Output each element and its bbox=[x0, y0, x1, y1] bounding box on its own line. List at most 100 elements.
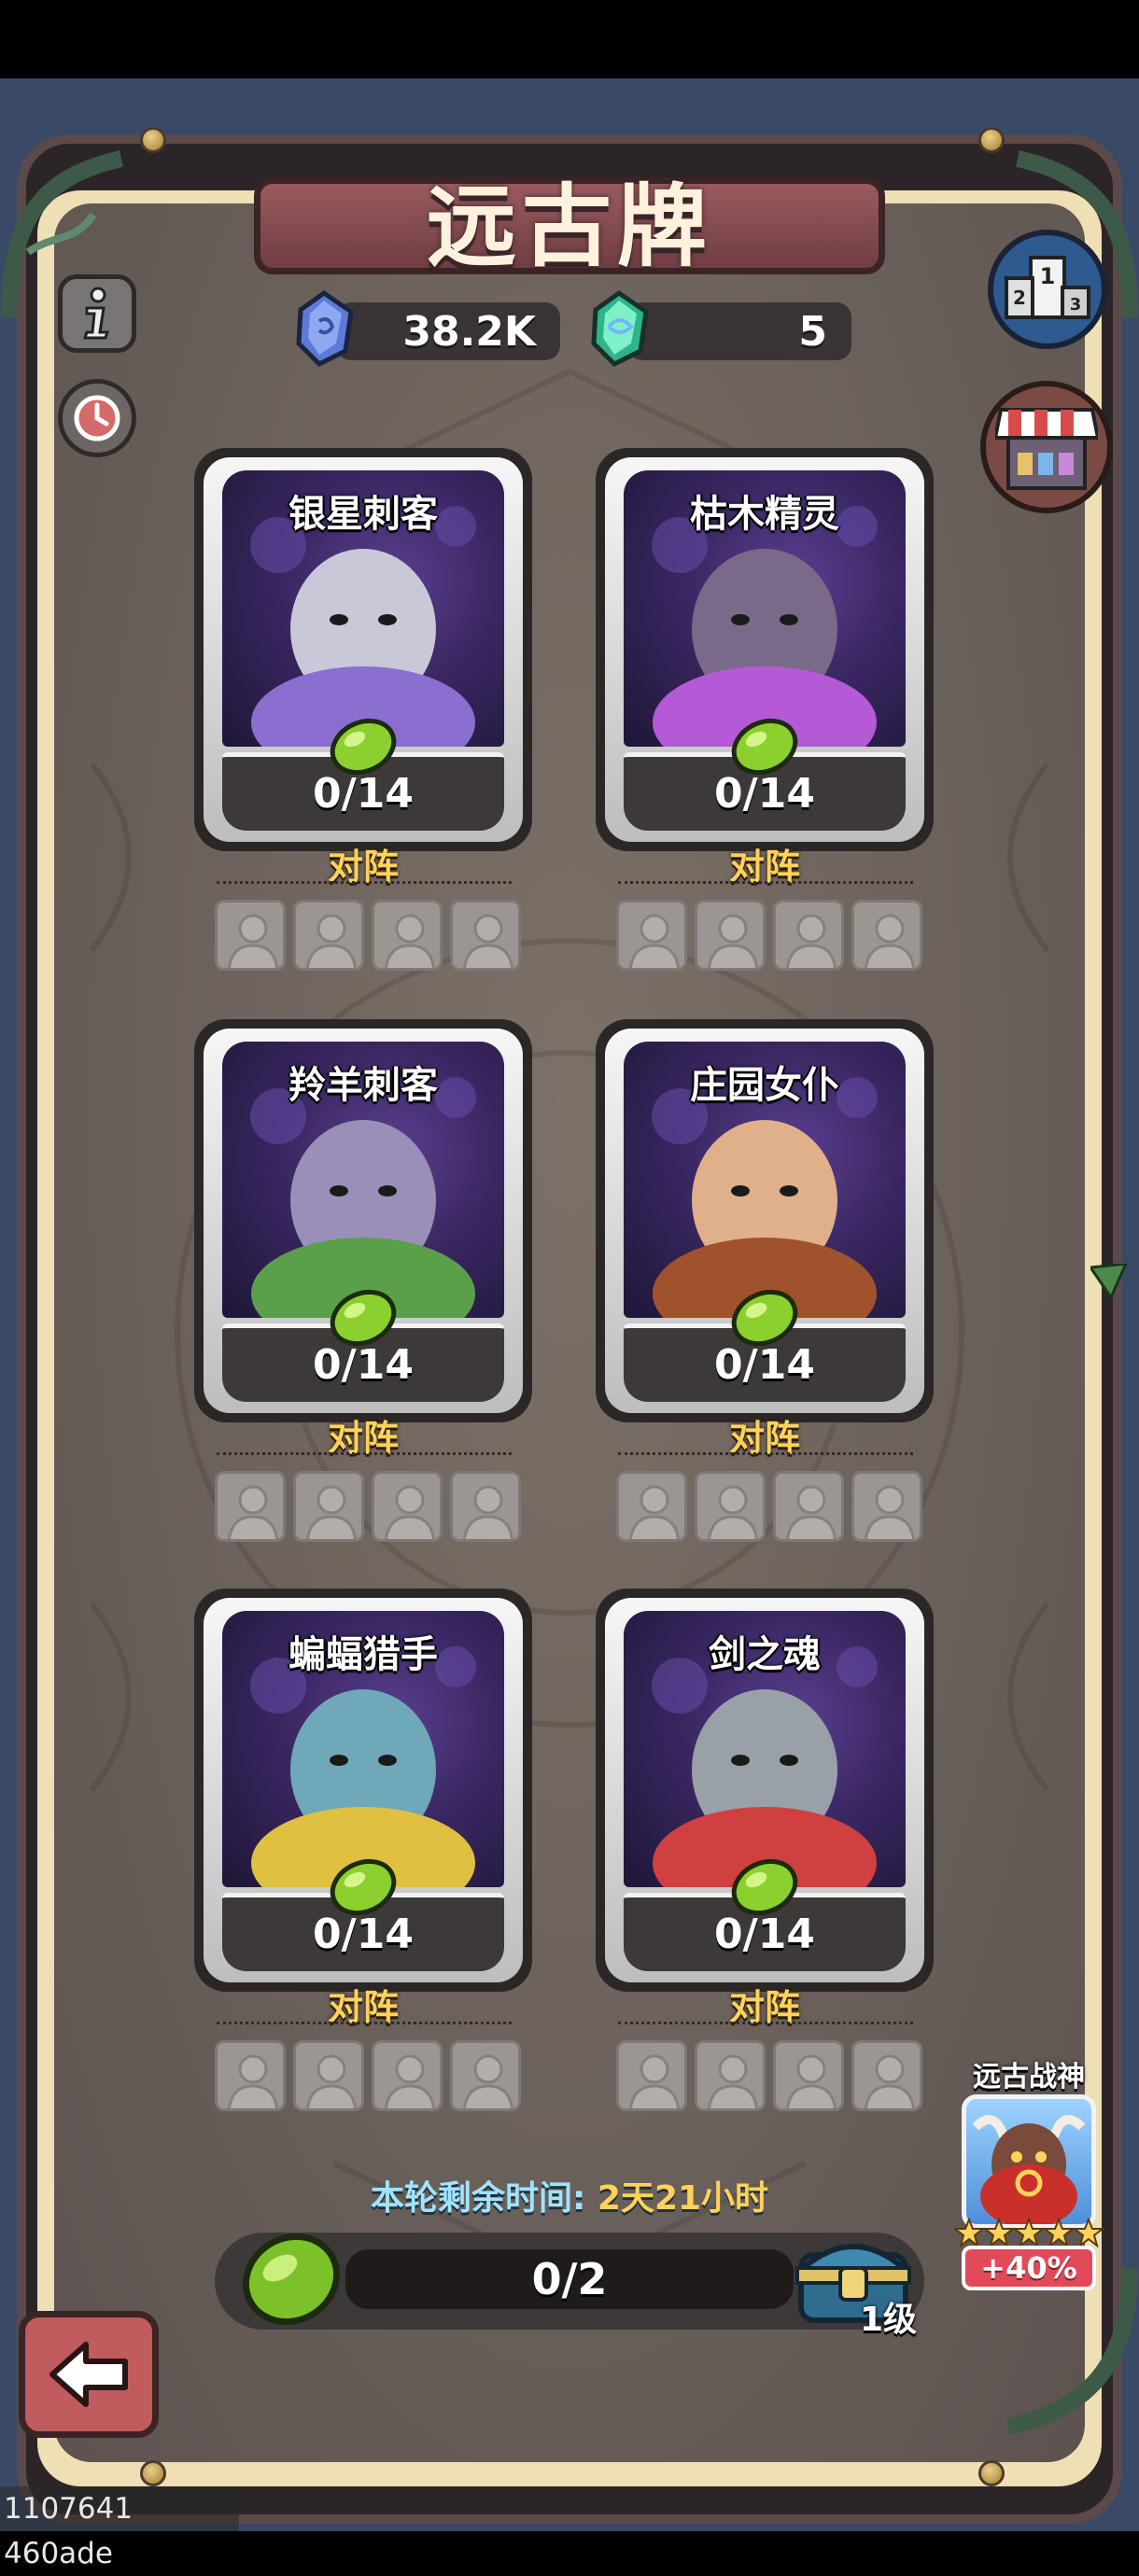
opponent-slot[interactable] bbox=[695, 2040, 766, 2111]
opponent-slot[interactable] bbox=[695, 900, 766, 971]
divider bbox=[618, 2022, 913, 2024]
card-name: 羚羊刺客 bbox=[288, 1064, 438, 1107]
back-button[interactable] bbox=[19, 2311, 159, 2438]
opponent-slot[interactable] bbox=[773, 900, 844, 971]
opponent-slot[interactable] bbox=[450, 900, 521, 971]
green-bean-icon bbox=[731, 1289, 798, 1346]
shop-awning-icon bbox=[995, 408, 1098, 490]
avatar-placeholder-icon bbox=[629, 2054, 680, 2108]
opponent-slot[interactable] bbox=[372, 2040, 443, 2111]
rivet bbox=[140, 2460, 166, 2486]
opponent-slot[interactable] bbox=[851, 2040, 922, 2111]
card-art: 枯木精灵 bbox=[624, 470, 906, 747]
star-icon bbox=[1044, 2218, 1074, 2247]
svg-text:2: 2 bbox=[1013, 287, 1026, 309]
card-art: 蝙蝠猎手 bbox=[222, 1611, 504, 1887]
avatar-placeholder-icon bbox=[306, 2054, 357, 2108]
ancient-card-withered-wood-spirit[interactable]: 枯木精灵 0/14 bbox=[596, 448, 934, 851]
page-title: 远古牌 bbox=[427, 174, 712, 279]
card-name: 蝙蝠猎手 bbox=[288, 1633, 438, 1676]
opponent-slot[interactable] bbox=[695, 1471, 766, 1542]
history-icon bbox=[74, 395, 120, 441]
opponent-slot[interactable] bbox=[293, 2040, 364, 2111]
timer-value: 2天21小时 bbox=[597, 2179, 769, 2218]
opponent-slot[interactable] bbox=[616, 900, 687, 971]
avatar-placeholder-icon bbox=[786, 2054, 837, 2108]
avatar-placeholder-icon bbox=[708, 2054, 758, 2108]
avatar-placeholder-icon bbox=[865, 1485, 915, 1539]
opponent-slot[interactable] bbox=[215, 2040, 286, 2111]
avatar-placeholder-icon bbox=[708, 1485, 758, 1539]
avatar-placeholder-icon bbox=[385, 914, 435, 968]
currency-green-crystal-pill: 5 bbox=[627, 302, 851, 360]
god-portrait bbox=[962, 2094, 1096, 2229]
card-art: 剑之魂 bbox=[624, 1611, 906, 1887]
card-name: 银星刺客 bbox=[288, 493, 438, 536]
card-art: 庄园女仆 bbox=[624, 1042, 906, 1318]
opponent-slot[interactable] bbox=[616, 1471, 687, 1542]
divider bbox=[618, 1452, 913, 1455]
currency-blue-value: 38.2K bbox=[402, 307, 536, 356]
opponent-slot[interactable] bbox=[215, 1471, 286, 1542]
avatar-placeholder-icon bbox=[463, 2054, 513, 2108]
opponent-slot[interactable] bbox=[616, 2040, 687, 2111]
green-bean-icon bbox=[330, 718, 397, 775]
progress-text: 0/2 bbox=[531, 2254, 608, 2304]
opponent-slot[interactable] bbox=[773, 2040, 844, 2111]
title-banner: 远古牌 bbox=[254, 175, 885, 279]
history-button[interactable] bbox=[58, 379, 136, 457]
opponent-slot[interactable] bbox=[215, 900, 286, 971]
avatar-placeholder-icon bbox=[786, 1485, 837, 1539]
ancient-card-manor-maid[interactable]: 庄园女仆 0/14 bbox=[596, 1019, 934, 1422]
opponent-slot[interactable] bbox=[450, 2040, 521, 2111]
opponent-slot[interactable] bbox=[293, 900, 364, 971]
back-arrow-icon bbox=[49, 2342, 128, 2407]
round-timer: 本轮剩余时间: 2天21小时 bbox=[280, 2171, 859, 2219]
god-title: 远古战神 bbox=[973, 2061, 1085, 2093]
divider bbox=[217, 2022, 512, 2024]
green-bean-icon bbox=[330, 1858, 397, 1915]
ancient-card-sword-soul[interactable]: 剑之魂 0/14 bbox=[596, 1589, 934, 1992]
progress-bar: 0/2 bbox=[345, 2249, 794, 2309]
opponent-slot[interactable] bbox=[773, 1471, 844, 1542]
avatar-placeholder-icon bbox=[865, 2054, 915, 2108]
ancient-card-silver-haired-assassin[interactable]: 银星刺客 0/14 bbox=[194, 448, 532, 851]
avatar-placeholder-icon bbox=[629, 914, 680, 968]
rivet bbox=[140, 127, 166, 153]
chest-button[interactable]: 1级 bbox=[788, 2218, 919, 2339]
info-button[interactable] bbox=[58, 274, 136, 353]
ranking-button[interactable]: 1 2 3 bbox=[988, 230, 1107, 349]
avatar-placeholder-icon bbox=[786, 914, 837, 968]
shop-button[interactable] bbox=[980, 381, 1113, 513]
avatar-placeholder-icon bbox=[385, 2054, 435, 2108]
blue-crystal-icon bbox=[296, 289, 354, 368]
ancient-card-antelope-assassin[interactable]: 羚羊刺客 0/14 bbox=[194, 1019, 532, 1422]
ancient-war-god-card[interactable]: 远古战神 +40% bbox=[954, 2053, 1104, 2290]
card-name: 剑之魂 bbox=[709, 1633, 821, 1676]
avatar-placeholder-icon bbox=[306, 1485, 357, 1539]
opponent-slot[interactable] bbox=[450, 1471, 521, 1542]
opponent-slot[interactable] bbox=[293, 1471, 364, 1542]
opponent-slot[interactable] bbox=[851, 900, 922, 971]
currency-blue-crystal-pill: 38.2K bbox=[336, 302, 560, 360]
god-bonus-badge: +40% bbox=[962, 2246, 1096, 2290]
chest-level: 1级 bbox=[859, 2301, 917, 2339]
green-bean-icon bbox=[330, 1289, 397, 1346]
opponent-slot[interactable] bbox=[851, 1471, 922, 1542]
avatar-placeholder-icon bbox=[865, 914, 915, 968]
avatar-placeholder-icon bbox=[629, 1485, 680, 1539]
card-art: 银星刺客 bbox=[222, 470, 504, 747]
ancient-card-bat-hunter[interactable]: 蝙蝠猎手 0/14 bbox=[194, 1589, 532, 1992]
divider bbox=[217, 1452, 512, 1455]
divider bbox=[618, 881, 913, 884]
minotaur-portrait-icon bbox=[972, 2115, 1086, 2224]
avatar-placeholder-icon bbox=[463, 914, 513, 968]
god-bonus: +40% bbox=[980, 2250, 1077, 2286]
opponent-slot[interactable] bbox=[372, 900, 443, 971]
opponent-slot[interactable] bbox=[372, 1471, 443, 1542]
card-name: 枯木精灵 bbox=[690, 493, 839, 536]
svg-text:3: 3 bbox=[1070, 295, 1082, 315]
avatar-placeholder-icon bbox=[228, 1485, 278, 1539]
green-bean-icon bbox=[731, 718, 798, 775]
svg-text:1: 1 bbox=[1040, 263, 1056, 289]
